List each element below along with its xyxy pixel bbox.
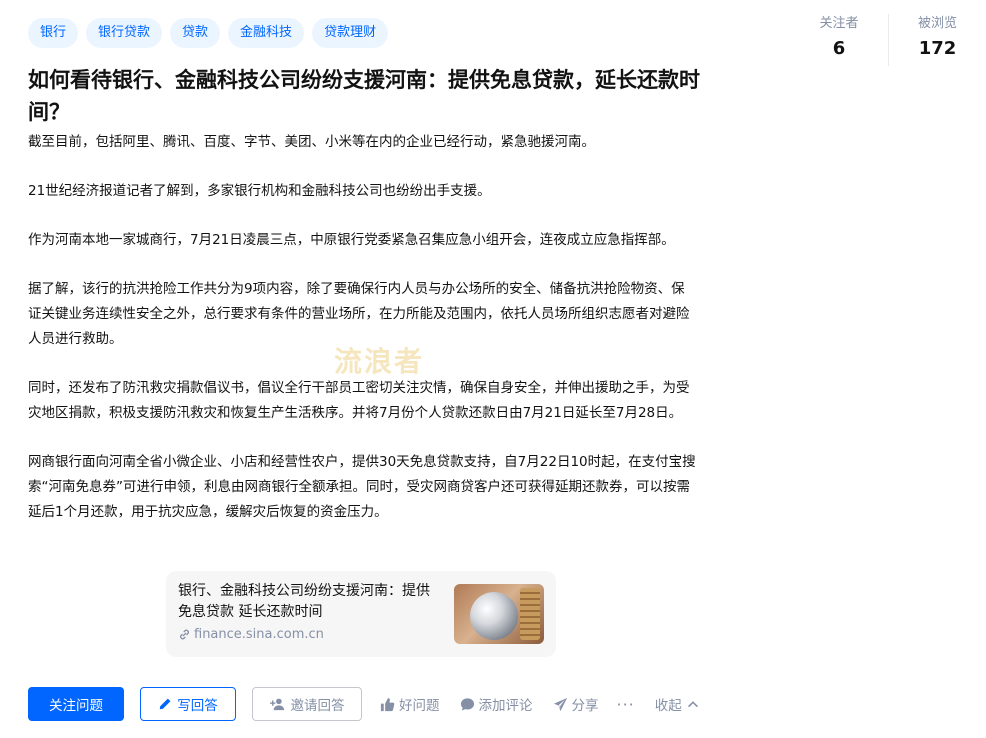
question-detail: 截至目前，包括阿里、腾讯、百度、字节、美团、小米等在内的企业已经行动，紧急驰援河… [28,130,696,525]
views-stat: 被浏览 172 [888,14,986,66]
chevron-up-icon [686,697,700,711]
collapse-label: 收起 [654,698,682,714]
link-card-url-text: finance.sina.com.cn [194,627,324,642]
coin-stack-image [520,588,540,640]
share-icon [553,697,568,712]
thumbs-up-icon [380,697,395,712]
more-options-button[interactable]: ··· [617,695,635,714]
follow-question-button[interactable]: 关注问题 [28,687,124,721]
followers-count: 6 [832,38,846,59]
pencil-icon [158,697,172,711]
add-comment-button[interactable]: 添加评论 [460,694,533,714]
topic-tags: 银行 银行贷款 贷款 金融科技 贷款理财 [28,18,389,48]
link-card-thumbnail [454,584,544,644]
share-button[interactable]: 分享 [553,694,599,714]
share-label: 分享 [571,698,599,714]
good-question-label: 好问题 [399,698,440,714]
followers-label: 关注者 [819,16,859,31]
views-count: 172 [918,38,957,59]
topic-tag[interactable]: 金融科技 [228,18,305,48]
detail-paragraph: 21世纪经济报道记者了解到，多家银行机构和金融科技公司也纷纷出手支援。 [28,183,491,199]
link-icon [178,628,191,641]
question-action-bar: 关注问题 写回答 邀请回答 好问题 添加评论 分享 ··· 收起 [28,687,700,721]
question-stats: 关注者 6 被浏览 172 [790,14,986,66]
topic-tag[interactable]: 贷款理财 [312,18,389,48]
detail-paragraph: 作为河南本地一家城商行，7月21日凌晨三点，中原银行党委紧急召集应急小组开会，连… [28,232,675,248]
link-card[interactable]: 银行、金融科技公司纷纷支援河南：提供免息贷款 延长还款时间 finance.si… [166,571,556,657]
detail-paragraph: 同时，还发布了防汛救灾捐款倡议书，倡议全行干部员工密切关注灾情，确保自身安全，并… [28,380,690,421]
link-card-url: finance.sina.com.cn [178,627,324,642]
detail-paragraph: 截至目前，包括阿里、腾讯、百度、字节、美团、小米等在内的企业已经行动，紧急驰援河… [28,134,595,150]
invite-answer-label: 邀请回答 [290,698,345,714]
followers-stat[interactable]: 关注者 6 [790,14,888,66]
detail-paragraph: 网商银行面向河南全省小微企业、小店和经营性农户，提供30天免息贷款支持，自7月2… [28,454,696,520]
question-page: 银行 银行贷款 贷款 金融科技 贷款理财 关注者 6 被浏览 172 如何看待银… [0,0,986,738]
topic-tag[interactable]: 银行 [28,18,79,48]
add-comment-label: 添加评论 [478,698,533,714]
globe-image [470,592,518,640]
topic-tag[interactable]: 贷款 [170,18,221,48]
comment-icon [460,697,475,712]
link-card-title: 银行、金融科技公司纷纷支援河南：提供免息贷款 延长还款时间 [178,583,430,620]
watermark: 流浪者 [334,345,425,378]
collapse-button[interactable]: 收起 [655,694,700,714]
write-answer-label: 写回答 [177,698,218,714]
add-user-icon [269,697,286,711]
write-answer-button[interactable]: 写回答 [140,687,236,721]
good-question-button[interactable]: 好问题 [380,694,440,714]
topic-tag[interactable]: 银行贷款 [86,18,163,48]
question-title[interactable]: 如何看待银行、金融科技公司纷纷支援河南：提供免息贷款，延长还款时间？ [28,64,700,128]
invite-answer-button[interactable]: 邀请回答 [252,687,362,721]
views-label: 被浏览 [917,16,957,31]
